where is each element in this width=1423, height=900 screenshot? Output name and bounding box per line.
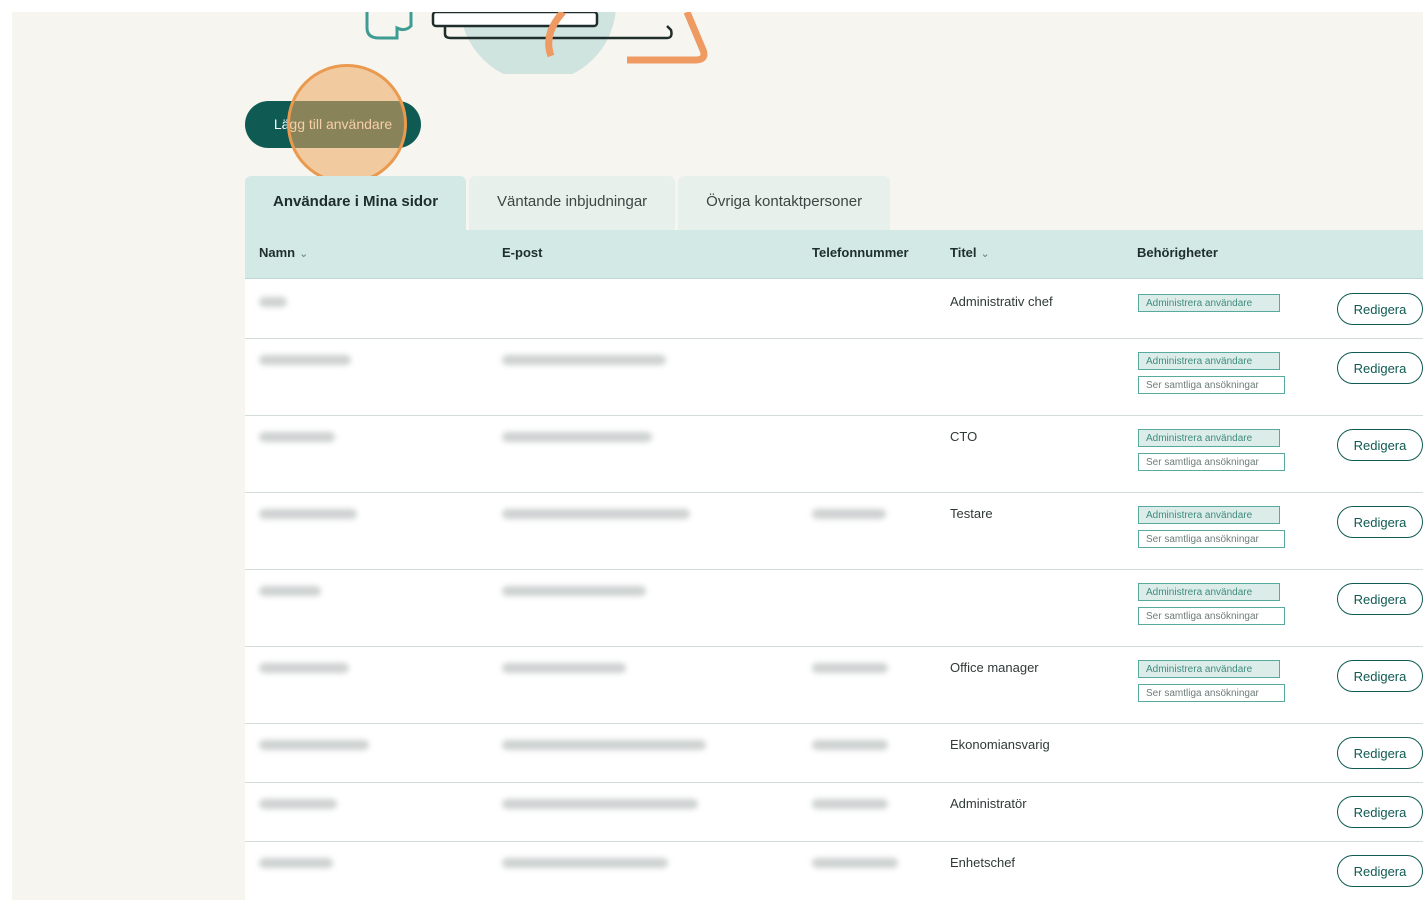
permission-badge-admin: Administrera användare — [1138, 429, 1280, 447]
redacted-email — [502, 355, 666, 365]
permission-badge-view-all: Ser samtliga ansökningar — [1138, 376, 1285, 394]
chevron-down-icon: ⌄ — [980, 248, 990, 260]
tab-users[interactable]: Användare i Mina sidor — [245, 176, 467, 230]
edit-button[interactable]: Redigera — [1337, 293, 1423, 325]
edit-button[interactable]: Redigera — [1337, 796, 1423, 828]
redacted-email — [502, 509, 690, 519]
tab-pending-invitations[interactable]: Väntande inbjudningar — [469, 176, 676, 230]
redacted-name — [259, 297, 287, 307]
permission-badge-view-all: Ser samtliga ansökningar — [1138, 530, 1285, 548]
redacted-email — [502, 663, 626, 673]
table-row: Administrera användare Ser samtliga ansök… — [245, 569, 1423, 647]
table-header: Namn ⌄ E-post Telefonnummer Titel ⌄ Behöri… — [245, 230, 1423, 279]
column-header-name[interactable]: Namn ⌄ — [259, 230, 308, 277]
redacted-phone — [812, 663, 888, 673]
edit-button[interactable]: Redigera — [1337, 429, 1423, 461]
edit-button[interactable]: Redigera — [1337, 737, 1423, 769]
redacted-name — [259, 799, 337, 809]
permission-badge-admin: Administrera användare — [1138, 294, 1280, 312]
table-row: Administrativ chef Administrera användare… — [245, 278, 1423, 339]
edit-button[interactable]: Redigera — [1337, 855, 1423, 887]
title-cell: CTO — [950, 429, 978, 444]
redacted-name — [259, 740, 369, 750]
edit-button[interactable]: Redigera — [1337, 583, 1423, 615]
column-header-phone: Telefonnummer — [812, 245, 909, 260]
table-row: Enhetschef Redigera — [245, 841, 1423, 900]
tab-other-contacts[interactable]: Övriga kontaktpersoner — [678, 176, 891, 230]
permission-badge-view-all: Ser samtliga ansökningar — [1138, 453, 1285, 471]
redacted-phone — [812, 740, 888, 750]
tab-bar: Användare i Mina sidor Väntande inbjudni… — [245, 176, 893, 230]
table-row: Testare Administrera användare Ser samtlig… — [245, 492, 1423, 570]
title-cell: Testare — [950, 506, 993, 521]
title-cell: Administratör — [950, 796, 1027, 811]
redacted-email — [502, 432, 652, 442]
chevron-down-icon: ⌄ — [299, 248, 309, 260]
edit-button[interactable]: Redigera — [1337, 660, 1423, 692]
column-header-permissions: Behörigheter — [1137, 245, 1218, 260]
table-row: Office manager Administrera användare Ser … — [245, 646, 1423, 724]
column-header-title[interactable]: Titel ⌄ — [950, 230, 990, 277]
edit-button[interactable]: Redigera — [1337, 506, 1423, 538]
title-cell: Administrativ chef — [950, 294, 1053, 309]
redacted-phone — [812, 799, 888, 809]
title-cell: Ekonomiansvarig — [950, 737, 1050, 752]
redacted-email — [502, 740, 706, 750]
permission-badge-admin: Administrera användare — [1138, 583, 1280, 601]
redacted-name — [259, 432, 335, 442]
add-user-button[interactable]: Lägg till användare — [245, 101, 421, 148]
users-table: Namn ⌄ E-post Telefonnummer Titel ⌄ Behöri… — [245, 230, 1423, 900]
title-cell: Office manager — [950, 660, 1039, 675]
table-row: Administratör Redigera — [245, 782, 1423, 842]
redacted-name — [259, 586, 321, 596]
redacted-name — [259, 858, 333, 868]
redacted-email — [502, 586, 646, 596]
redacted-name — [259, 355, 351, 365]
edit-button[interactable]: Redigera — [1337, 352, 1423, 384]
table-row: Administrera användare Ser samtliga ansök… — [245, 338, 1423, 416]
redacted-email — [502, 858, 668, 868]
permission-badge-admin: Administrera användare — [1138, 660, 1280, 678]
desk-illustration — [365, 12, 708, 74]
redacted-name — [259, 509, 357, 519]
permission-badge-view-all: Ser samtliga ansökningar — [1138, 607, 1285, 625]
table-row: CTO Administrera användare Ser samtliga an… — [245, 415, 1423, 493]
permission-badge-view-all: Ser samtliga ansökningar — [1138, 684, 1285, 702]
redacted-name — [259, 663, 349, 673]
title-cell: Enhetschef — [950, 855, 1016, 870]
column-header-email: E-post — [502, 245, 543, 260]
redacted-phone — [812, 858, 898, 868]
table-row: Ekonomiansvarig Redigera — [245, 723, 1423, 783]
redacted-email — [502, 799, 698, 809]
permission-badge-admin: Administrera användare — [1138, 506, 1280, 524]
permission-badge-admin: Administrera användare — [1138, 352, 1280, 370]
redacted-phone — [812, 509, 886, 519]
